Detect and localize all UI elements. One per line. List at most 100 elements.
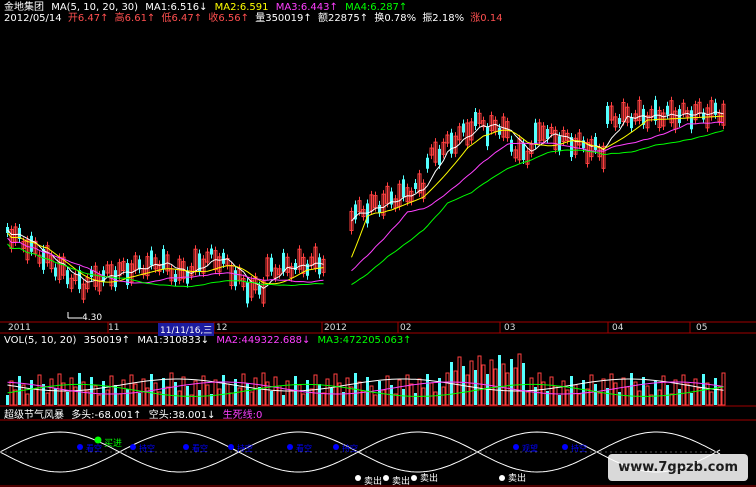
volume-bar-up — [169, 372, 174, 406]
volume-bar-up — [213, 379, 218, 406]
volume-bar-up — [517, 353, 522, 406]
volume-bar-down — [6, 395, 9, 405]
candle-body-down — [714, 102, 717, 115]
candle-body-down — [618, 118, 621, 125]
volume-bar-up — [205, 384, 210, 406]
candle-body-down — [438, 148, 441, 165]
sell-signal-dot — [411, 475, 417, 481]
volume-bar-up — [193, 380, 198, 406]
volume-bar-up — [25, 393, 30, 406]
volume-bar-up — [637, 390, 642, 406]
volume-bar-up — [369, 385, 374, 406]
vol-params: VOL(5, 10, 20) — [4, 335, 77, 346]
chart-header-line2: 2012/05/14 开6.47↑ 高6.61↑ 低6.47↑ 收6.56↑ 量… — [4, 13, 503, 24]
volume-bar-up — [549, 376, 554, 406]
signal-dot — [513, 444, 519, 450]
indicator-life: 生死线:0 — [222, 410, 263, 421]
quote-turnover: 换0.78% — [374, 13, 417, 24]
volume-bar-up — [357, 381, 362, 406]
volume-bar-up — [217, 388, 222, 406]
volume-bar-down — [714, 378, 717, 405]
volume-bar-down — [510, 359, 513, 405]
volume-bar-up — [657, 389, 662, 406]
date-label-05: 05 — [696, 323, 708, 333]
volume-bar-up — [433, 391, 438, 406]
candle-body-down — [510, 139, 513, 152]
candle-body-down — [54, 267, 57, 277]
volume-bar-up — [381, 389, 386, 406]
indicator-bear: 空头:38.001↓ — [148, 410, 216, 421]
date-label-02: 02 — [400, 323, 412, 333]
volume-bar-up — [225, 383, 230, 406]
volume-bar-up — [445, 372, 450, 406]
candle-body-down — [402, 179, 405, 198]
volume-bar-up — [385, 375, 390, 406]
volume-bar-up — [721, 372, 726, 406]
volume-bar-down — [690, 393, 693, 405]
indicator-bull: 多头:-68.001↑ — [71, 410, 142, 421]
volume-bar-up — [345, 377, 350, 406]
volume-bar-down — [258, 387, 261, 405]
signal-dot — [333, 444, 339, 450]
date-label-11: 11 — [108, 323, 120, 333]
candle-body-down — [150, 250, 153, 266]
volume-bar-down — [126, 389, 129, 405]
volume-bar-down — [114, 385, 117, 405]
volume-bar-down — [138, 393, 141, 405]
volume-bar-up — [417, 378, 422, 406]
volume-bar-up — [513, 367, 518, 406]
volume-bar-down — [90, 377, 93, 405]
volume-bar-up — [109, 375, 114, 406]
ma2-value: MA2:6.591 — [214, 2, 269, 13]
volume-bar-up — [309, 388, 314, 406]
volume-bar-up — [661, 375, 666, 406]
volume-bar-up — [457, 356, 462, 406]
candle-body-down — [666, 105, 669, 115]
volume-bar-up — [525, 391, 530, 406]
candle-body-down — [630, 117, 633, 129]
vol-ma2: MA2:449322.688↓ — [216, 335, 311, 346]
candle-body-down — [66, 270, 69, 285]
volume-bar-down — [66, 392, 69, 405]
candle-body-down — [30, 235, 33, 252]
volume-bar-up — [453, 370, 458, 406]
volume-bar-up — [241, 373, 246, 406]
volume-bar-up — [97, 394, 102, 406]
signal-label: 看空 — [86, 444, 102, 453]
volume-bar-up — [489, 359, 494, 406]
volume-bar-down — [78, 373, 81, 405]
sell-signal-label: 卖出 — [420, 474, 439, 484]
sell-signal-label: 卖出 — [364, 477, 383, 487]
volume-bar-down — [222, 375, 225, 405]
volume-bar-up — [61, 382, 66, 406]
volume-header: VOL(5, 10, 20) 350019↑ MA1:310833↓ MA2:4… — [4, 335, 412, 346]
candle-body-down — [654, 99, 657, 121]
ma-params: MA(5, 10, 20, 30) — [51, 2, 139, 13]
candle-body-down — [378, 204, 381, 213]
volume-bar-down — [198, 390, 201, 405]
volume-bar-down — [678, 389, 681, 405]
ma4-value: MA4:6.287↑ — [345, 2, 408, 13]
candle-body-down — [450, 132, 453, 154]
volume-bar-up — [589, 374, 594, 406]
volume-bar-down — [570, 376, 573, 405]
signal-label: 持空 — [342, 444, 358, 453]
volume-bar-down — [558, 395, 561, 405]
volume-bar-up — [409, 383, 414, 406]
signal-dot — [130, 444, 136, 450]
candle-body-down — [522, 142, 525, 160]
volume-bar-up — [33, 388, 38, 406]
date-label-04: 04 — [612, 323, 624, 333]
volume-bar-up — [685, 383, 690, 406]
signal-label: 观望 — [522, 444, 538, 453]
volume-bar-up — [597, 392, 602, 406]
signal-dot — [287, 444, 293, 450]
volume-bar-up — [333, 373, 338, 406]
volume-bar-up — [621, 377, 626, 406]
volume-bar-up — [373, 394, 378, 406]
moving-average-line — [7, 121, 724, 284]
candle-body-down — [462, 123, 465, 133]
volume-bar-down — [282, 395, 285, 405]
quote-close: 收6.56↑ — [208, 13, 250, 24]
volume-bar-down — [426, 374, 429, 405]
